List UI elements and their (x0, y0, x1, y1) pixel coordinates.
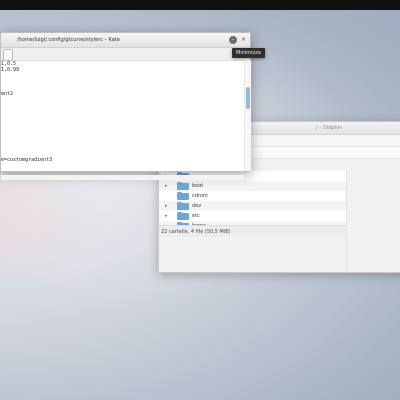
scrollbar-thumb[interactable] (246, 87, 250, 109)
folder-name: dev (192, 203, 202, 209)
folder-name: cdrom (192, 193, 208, 199)
code-line: e=customgradient3 (1, 157, 53, 163)
expand-arrow-icon[interactable]: ▸ (165, 211, 168, 221)
kate-titlebar[interactable]: /home/luigi/.config/gtcurve/stylerc – Ka… (1, 33, 250, 48)
dolphin-status-bar: 22 cartelle, 4 file (50,5 MiB) (159, 225, 346, 237)
line-highlight (1, 175, 244, 180)
code-line: ent2 (1, 91, 14, 97)
code-line: 1,0.99 (1, 67, 20, 73)
vertical-scrollbar[interactable] (244, 60, 251, 171)
folder-name: boot (192, 183, 204, 189)
folder-icon (177, 181, 189, 190)
list-item[interactable]: ▸ boot (159, 181, 346, 191)
window-title: /home/luigi/.config/gtcurve/stylerc – Ka… (17, 37, 120, 43)
kate-window[interactable]: /home/luigi/.config/gtcurve/stylerc – Ka… (0, 32, 251, 180)
top-panel (0, 0, 400, 10)
list-item[interactable]: cdrom (159, 191, 346, 201)
folder-name: etc (192, 213, 200, 219)
expand-arrow-icon[interactable]: ▸ (165, 181, 168, 191)
list-item[interactable]: ▸ dev (159, 201, 346, 211)
text-editor[interactable]: 1,0.5 1,0.99 ent2 e=customgradient3 (1, 60, 244, 180)
dolphin-file-list[interactable]: ▸ ▸ boot cdrom ▸ dev ▸ etc ▸ home (159, 171, 346, 231)
folder-icon (177, 201, 189, 210)
close-button[interactable]: × (241, 35, 246, 45)
list-item[interactable]: ▸ etc (159, 211, 346, 221)
dolphin-side-panel (346, 171, 400, 272)
folder-icon (177, 191, 189, 200)
minimize-button[interactable]: – (229, 36, 237, 44)
expand-arrow-icon[interactable]: ▸ (165, 201, 168, 211)
minimize-tooltip: Minimizza (232, 48, 265, 58)
folder-icon (177, 211, 189, 220)
